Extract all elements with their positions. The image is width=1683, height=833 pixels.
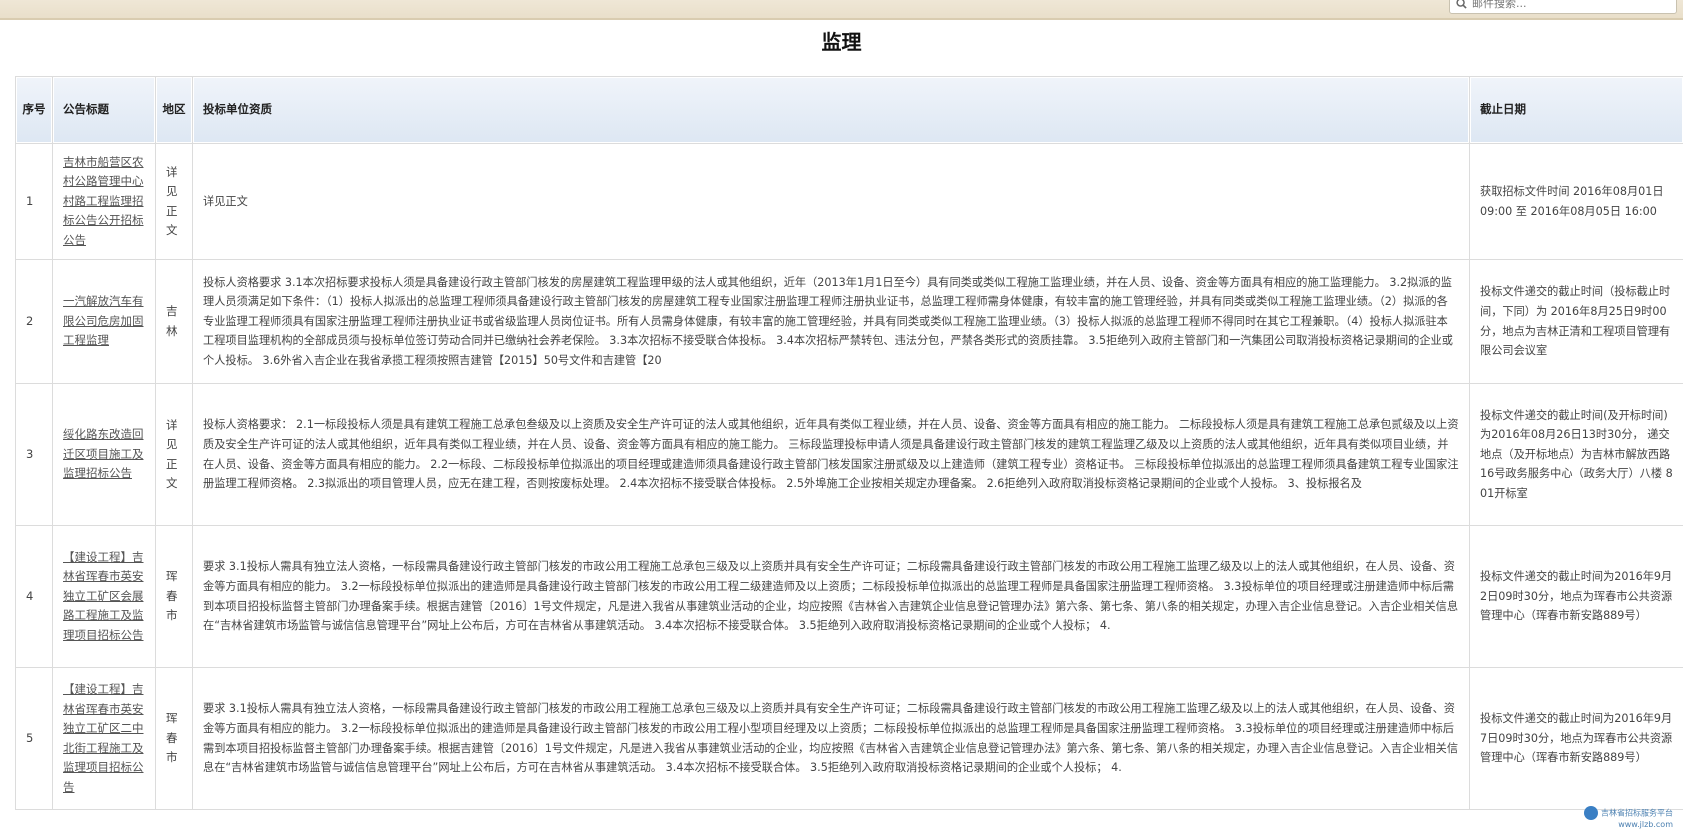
row-no: 4 bbox=[16, 526, 53, 668]
row-deadline: 投标文件递交的截止时间（投标截止时间，下同）为 2016年8月25日9时00分，… bbox=[1470, 260, 1683, 384]
announcement-title-link[interactable]: 【建设工程】吉林省珲春市英安独立工矿区会展路工程施工及监理项目招标公告 bbox=[63, 550, 144, 642]
tender-table: 序号 公告标题 地区 投标单位资质 截止日期 1 吉林市船营区农村公路管理中心村… bbox=[15, 76, 1683, 810]
header-region: 地区 bbox=[156, 77, 193, 144]
row-region: 吉林 bbox=[156, 260, 193, 384]
table-row: 1 吉林市船营区农村公路管理中心村路工程监理招标公告公开招标公告 详见正文 详见… bbox=[16, 144, 1683, 260]
watermark-line1: 吉林省招标服务平台 bbox=[1601, 808, 1673, 818]
row-qualification: 要求 3.1投标人需具有独立法人资格，一标段需具备建设行政主管部门核发的市政公用… bbox=[193, 526, 1470, 668]
table-row: 5 【建设工程】吉林省珲春市英安独立工矿区二中北街工程施工及监理项目招标公告 珲… bbox=[16, 668, 1683, 810]
row-title-cell: 吉林市船营区农村公路管理中心村路工程监理招标公告公开招标公告 bbox=[53, 144, 156, 260]
row-deadline: 投标文件递交的截止时间为2016年9月7日09时30分，地点为珲春市公共资源管理… bbox=[1470, 668, 1683, 810]
header-no: 序号 bbox=[16, 77, 53, 144]
row-qualification: 详见正文 bbox=[193, 144, 1470, 260]
top-bar bbox=[0, 0, 1683, 20]
announcement-title-link[interactable]: 【建设工程】吉林省珲春市英安独立工矿区二中北街工程施工及监理项目招标公告 bbox=[63, 682, 144, 794]
row-region: 详见正文 bbox=[156, 384, 193, 526]
search-input[interactable] bbox=[1467, 0, 1652, 12]
row-no: 1 bbox=[16, 144, 53, 260]
announcement-title-link[interactable]: 一汽解放汽车有限公司危房加固工程监理 bbox=[63, 294, 144, 347]
row-no: 2 bbox=[16, 260, 53, 384]
row-region: 详见正文 bbox=[156, 144, 193, 260]
announcement-title-link[interactable]: 绥化路东改造回迁区项目施工及监理招标公告 bbox=[63, 427, 144, 480]
row-title-cell: 【建设工程】吉林省珲春市英安独立工矿区二中北街工程施工及监理项目招标公告 bbox=[53, 668, 156, 810]
row-title-cell: 绥化路东改造回迁区项目施工及监理招标公告 bbox=[53, 384, 156, 526]
header-deadline: 截止日期 bbox=[1470, 77, 1683, 144]
mail-search-box[interactable] bbox=[1449, 0, 1677, 14]
row-no: 5 bbox=[16, 668, 53, 810]
row-region: 珲春市 bbox=[156, 526, 193, 668]
search-icon[interactable] bbox=[1456, 0, 1467, 9]
header-title: 公告标题 bbox=[53, 77, 156, 144]
table-row: 2 一汽解放汽车有限公司危房加固工程监理 吉林 投标人资格要求 3.1本次招标要… bbox=[16, 260, 1683, 384]
site-watermark: 吉林省招标服务平台 www.jlzb.com bbox=[1584, 806, 1673, 829]
table-row: 3 绥化路东改造回迁区项目施工及监理招标公告 详见正文 投标人资格要求： 2.1… bbox=[16, 384, 1683, 526]
row-title-cell: 【建设工程】吉林省珲春市英安独立工矿区会展路工程施工及监理项目招标公告 bbox=[53, 526, 156, 668]
header-qualification: 投标单位资质 bbox=[193, 77, 1470, 144]
row-deadline: 投标文件递交的截止时间(及开标时间)为2016年08月26日13时30分， 递交… bbox=[1470, 384, 1683, 526]
page-title: 监理 bbox=[821, 30, 862, 54]
tender-table-container: 序号 公告标题 地区 投标单位资质 截止日期 1 吉林市船营区农村公路管理中心村… bbox=[15, 76, 1683, 810]
row-no: 3 bbox=[16, 384, 53, 526]
row-qualification: 要求 3.1投标人需具有独立法人资格，一标段需具备建设行政主管部门核发的市政公用… bbox=[193, 668, 1470, 810]
table-header-row: 序号 公告标题 地区 投标单位资质 截止日期 bbox=[16, 77, 1683, 144]
row-qualification: 投标人资格要求 3.1本次招标要求投标人须是具备建设行政主管部门核发的房屋建筑工… bbox=[193, 260, 1470, 384]
row-deadline: 投标文件递交的截止时间为2016年9月2日09时30分，地点为珲春市公共资源管理… bbox=[1470, 526, 1683, 668]
watermark-line2: www.jlzb.com bbox=[1618, 820, 1673, 829]
row-deadline: 获取招标文件时间 2016年08月01日 09:00 至 2016年08月05日… bbox=[1470, 144, 1683, 260]
row-title-cell: 一汽解放汽车有限公司危房加固工程监理 bbox=[53, 260, 156, 384]
announcement-title-link[interactable]: 吉林市船营区农村公路管理中心村路工程监理招标公告公开招标公告 bbox=[63, 155, 144, 247]
row-qualification: 投标人资格要求： 2.1一标段投标人须是具有建筑工程施工总承包叁级及以上资质及安… bbox=[193, 384, 1470, 526]
site-logo-icon bbox=[1584, 806, 1598, 820]
row-region: 珲春市 bbox=[156, 668, 193, 810]
table-row: 4 【建设工程】吉林省珲春市英安独立工矿区会展路工程施工及监理项目招标公告 珲春… bbox=[16, 526, 1683, 668]
